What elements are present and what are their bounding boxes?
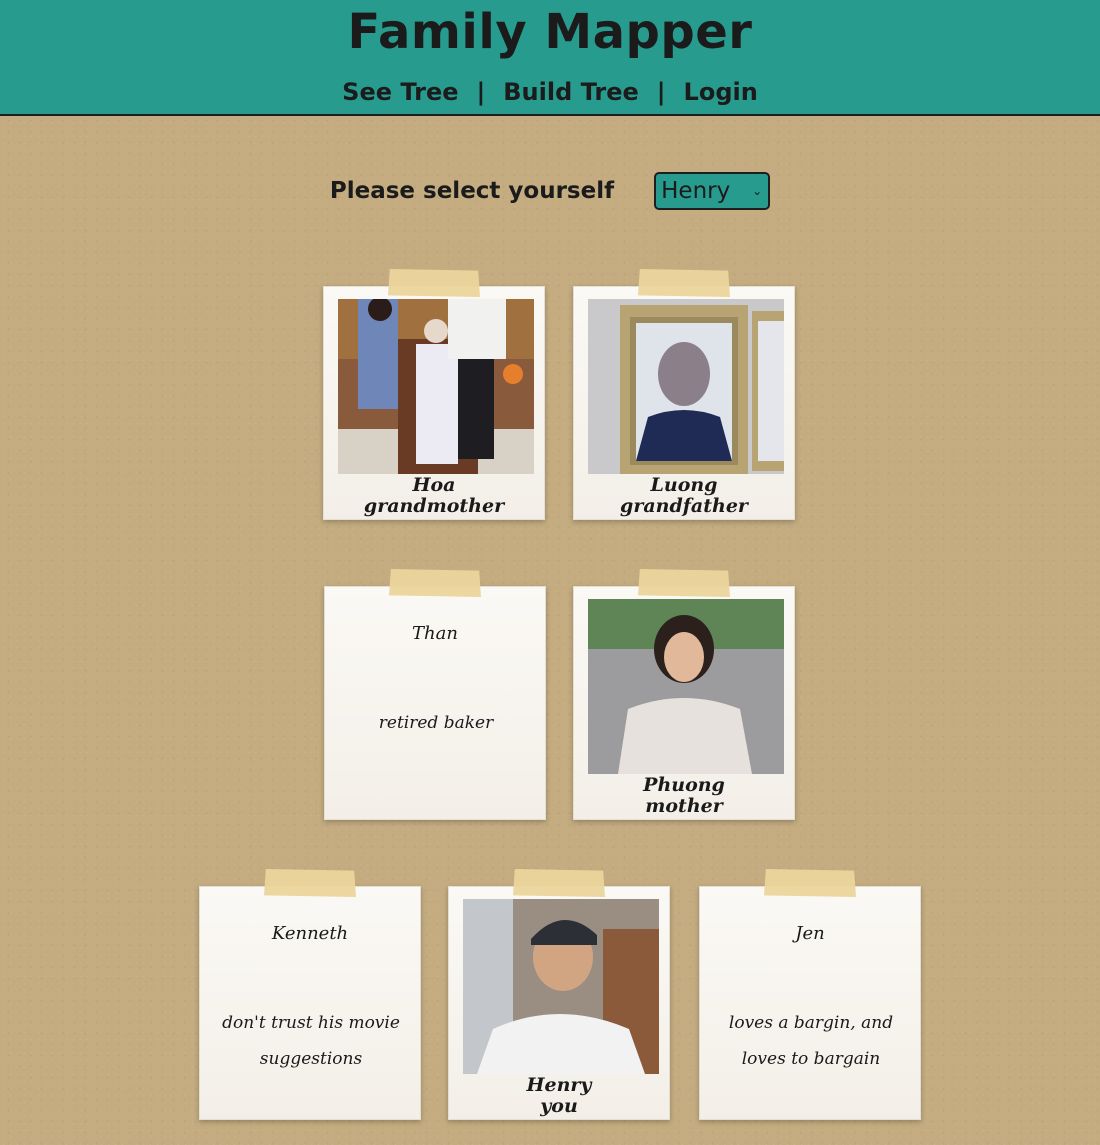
nav-see-tree[interactable]: See Tree	[342, 78, 458, 106]
tape-strip	[388, 269, 480, 297]
self-select-dropdown[interactable]: Henry ⌄	[654, 172, 771, 210]
card-name: Jen	[795, 923, 825, 944]
self-selector-row: Please select yourself Henry ⌄	[0, 172, 1100, 210]
nav-separator: |	[476, 78, 486, 106]
nav-build-tree[interactable]: Build Tree	[503, 78, 639, 106]
card-note: don't trust his movie suggestions	[222, 1013, 400, 1069]
site-header: Family Mapper See Tree | Build Tree | Lo…	[0, 0, 1100, 116]
family-card-henry[interactable]: Henry you	[448, 869, 670, 1120]
nav-separator: |	[656, 78, 666, 106]
tape-strip	[638, 569, 730, 597]
card-name: Kenneth	[271, 923, 349, 944]
tape-strip	[764, 869, 856, 897]
family-card-jen[interactable]: Jen loves a bargin, and loves to bargain	[699, 869, 921, 1120]
card-note: retired baker	[378, 713, 494, 733]
card-note: loves a bargin, and loves to bargain	[728, 1013, 894, 1069]
card-name: Than	[412, 623, 458, 644]
self-selector-label: Please select yourself	[329, 178, 615, 204]
main-nav: See Tree | Build Tree | Login	[0, 78, 1100, 106]
card-relation: grandmother	[363, 495, 505, 517]
self-select-value: Henry	[661, 178, 731, 204]
person-photo	[463, 899, 659, 1074]
card-name: Luong	[650, 474, 718, 496]
card-name: Phuong	[643, 774, 725, 796]
tape-strip	[513, 869, 605, 897]
card-name: Hoa	[412, 474, 456, 496]
nav-login[interactable]: Login	[684, 78, 758, 106]
family-card-phuong[interactable]: Phuong mother	[573, 569, 795, 820]
family-card-hoa[interactable]: Hoa grandmother	[323, 269, 545, 520]
tape-strip	[264, 869, 356, 897]
tape-strip	[638, 269, 730, 297]
tape-strip	[389, 569, 481, 597]
card-name: Henry	[526, 1074, 592, 1096]
person-photo	[588, 299, 784, 474]
chevron-down-icon: ⌄	[752, 184, 763, 198]
card-relation: you	[540, 1095, 578, 1117]
family-card-kenneth[interactable]: Kenneth don't trust his movie suggestion…	[199, 869, 421, 1120]
card-relation: grandfather	[620, 495, 748, 517]
person-photo	[338, 299, 534, 474]
card-relation: mother	[645, 795, 723, 817]
site-title: Family Mapper	[347, 4, 753, 60]
family-card-luong[interactable]: Luong grandfather	[573, 269, 795, 520]
family-card-than[interactable]: Than retired baker	[324, 569, 546, 820]
person-photo	[588, 599, 784, 774]
